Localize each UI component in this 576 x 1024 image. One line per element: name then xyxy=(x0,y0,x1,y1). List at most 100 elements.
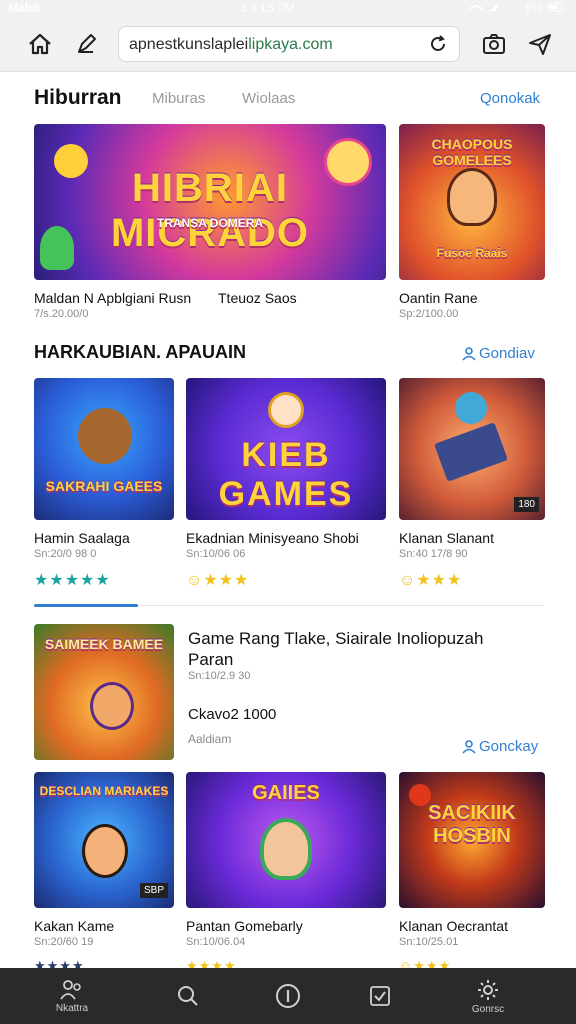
section-title-harkaubian: HARKAUBIAN. APAUAIN xyxy=(34,342,246,362)
art-title: KIEB GAMES xyxy=(218,436,354,513)
battery-icon xyxy=(546,2,564,12)
reload-button[interactable] xyxy=(423,29,453,59)
art-subtitle: Fusoe Raais xyxy=(436,246,508,260)
card-meta: Sn:40 17/8 90 xyxy=(399,548,468,560)
user-icon xyxy=(462,346,476,361)
card-meta: 7/s.20.00/0 xyxy=(34,308,89,320)
battery-percent: 9% xyxy=(525,1,543,15)
checkbox-icon xyxy=(370,986,390,1006)
art-title: SAIMEEK BAMEE xyxy=(44,636,164,652)
card-meta: Sn:10/25.01 xyxy=(399,936,459,948)
signal-icons xyxy=(468,1,512,16)
art-title: CHAOPOUS GOMELEES xyxy=(431,136,513,168)
game-card-klanan[interactable]: 180 xyxy=(399,378,545,520)
price-badge: SBP xyxy=(139,883,168,898)
character-art xyxy=(455,392,487,424)
gear-icon xyxy=(478,979,498,1000)
nav-label-settings: Gonrsc xyxy=(471,1003,505,1015)
camera-icon xyxy=(483,34,505,54)
featured-title[interactable]: Game Rang Tlake, Siairale Inoliopuzah Pa… xyxy=(188,628,528,670)
section-title-hiburan: Hiburran xyxy=(34,86,122,109)
tab-2[interactable]: Wiolaas xyxy=(242,90,295,107)
card-title[interactable]: Oantin Rane xyxy=(399,290,478,306)
tab-1[interactable]: Miburas xyxy=(152,90,205,107)
pen-button[interactable] xyxy=(70,28,102,60)
card-title[interactable]: Klanan Slanant xyxy=(399,530,494,546)
card-title[interactable]: Kakan Kame xyxy=(34,918,114,934)
divider-accent xyxy=(34,604,138,607)
art-title: SAKRAHI GAEES xyxy=(45,478,163,494)
featured-more-link[interactable]: Gonckay xyxy=(462,738,538,755)
card-title[interactable]: Hamin Saalaga xyxy=(34,530,130,546)
battery-indicator: 9% xyxy=(525,1,566,15)
character-art xyxy=(260,818,312,880)
card-meta: Sn:20/0 98 0 xyxy=(34,548,97,560)
nav-item-tasks[interactable] xyxy=(340,968,420,1024)
art-title: HIBRIAI MICRADO xyxy=(110,166,310,255)
tablet-art xyxy=(434,422,508,482)
featured-art[interactable]: SAIMEEK BAMEE xyxy=(34,624,174,760)
art-title: DESCLIAN MARIAKES xyxy=(39,784,169,798)
game-card-gaiies[interactable]: GAIIES xyxy=(186,772,386,908)
status-bar: Mabit 3:4 1S 2M 9% xyxy=(0,0,576,18)
card-title[interactable]: Maldan N Apblgiani Rusn xyxy=(34,290,191,306)
game-card-desclian[interactable]: DESCLIAN MARIAKES SBP xyxy=(34,772,174,908)
home-icon xyxy=(29,33,51,55)
card-title[interactable]: Pantan Gomebarly xyxy=(186,918,303,934)
pen-icon xyxy=(78,34,96,53)
section1-link-label: Qonokak xyxy=(480,90,541,107)
featured-price: Ckavo2 1000 xyxy=(188,706,277,723)
rating-stars: ★★★★★ xyxy=(34,572,111,589)
game-card-sacikiik[interactable]: SACIKIIK HOSBIN xyxy=(399,772,545,908)
character-art xyxy=(447,168,497,226)
art-title: SACIKIIK HOSBIN xyxy=(428,802,516,847)
featured-meta: Sn:10/2.9 30 xyxy=(188,670,251,682)
info-icon xyxy=(276,984,300,1008)
address-bar[interactable]: apnestkunslapleilipkaya.com xyxy=(118,26,460,62)
rating-stars: ☺★★★ xyxy=(399,572,463,589)
rating-stars: ☺★★★ xyxy=(186,572,250,589)
nav-item-settings[interactable]: Gonrsc xyxy=(448,968,528,1024)
section1-more-link[interactable]: Qonokak xyxy=(480,90,540,107)
game-card-sakrahi[interactable]: SAKRAHI GAEES xyxy=(34,378,174,520)
nav-item-center[interactable] xyxy=(248,968,328,1024)
browser-chrome: Mabit 3:4 1S 2M 9% apnestkunslapleilipka… xyxy=(0,0,576,72)
card-title[interactable]: Ekadnian Minisyeano Shobi xyxy=(186,530,359,546)
game-card-chaopous[interactable]: CHAOPOUS GOMELEES Fusoe Raais xyxy=(399,124,545,280)
browser-toolbar: apnestkunslapleilipkaya.com xyxy=(0,22,576,66)
home-button[interactable] xyxy=(24,28,56,60)
bottom-nav: Nkattra Gonrsc xyxy=(0,968,576,1024)
nav-item-search[interactable] xyxy=(148,968,228,1024)
game-card-kieb[interactable]: KIEB GAMES xyxy=(186,378,386,520)
creature-art xyxy=(409,784,431,806)
search-icon xyxy=(178,986,198,1006)
game-card-hibriai[interactable]: HIBRIAI MICRADO TRANSA DOMERA xyxy=(34,124,386,280)
card-meta: Sp:2/100.00 xyxy=(399,308,459,320)
card-title[interactable]: Klanan Oecrantat xyxy=(399,918,508,934)
reload-icon xyxy=(431,35,445,51)
character-art xyxy=(82,824,128,878)
art-title: GAIIES xyxy=(252,782,320,804)
people-icon xyxy=(60,979,81,1000)
user-icon xyxy=(462,739,476,754)
status-time: 3:4 1S 2M xyxy=(240,1,295,15)
nav-item-home[interactable]: Nkattra xyxy=(32,968,112,1024)
section2-more-link[interactable]: Gondiav xyxy=(462,345,535,362)
featured-link-label: Gonckay xyxy=(479,738,539,755)
character-art xyxy=(268,392,304,428)
carrier-text: Mabit xyxy=(8,1,40,15)
price-badge: 180 xyxy=(514,497,539,512)
character-art xyxy=(90,682,134,730)
section2-link-label: Gondiav xyxy=(479,345,535,362)
send-icon xyxy=(529,34,551,55)
card-meta: Sn:10/06 06 xyxy=(186,548,246,560)
url-text: apnestkunslapleilipkaya.com xyxy=(129,36,333,54)
card-meta: Sn:20/60 19 xyxy=(34,936,94,948)
camera-button[interactable] xyxy=(478,28,510,60)
url-domain: lipkaya.com xyxy=(248,36,333,53)
featured-author: Aaldiam xyxy=(188,732,232,746)
card-title-secondary[interactable]: Tteuoz Saos xyxy=(218,290,297,306)
url-path: apnestkunslaplei xyxy=(129,36,249,53)
bear-art xyxy=(78,408,132,464)
share-button[interactable] xyxy=(524,28,556,60)
